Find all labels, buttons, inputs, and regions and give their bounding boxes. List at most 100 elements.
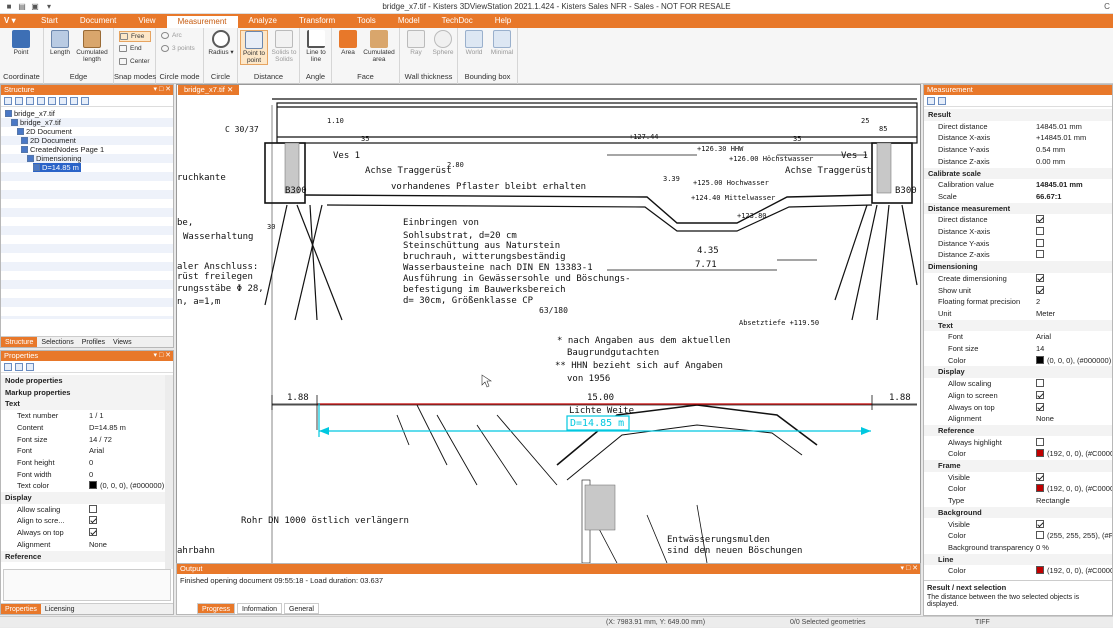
collapse-icon[interactable] <box>37 97 45 105</box>
tab-structure[interactable]: Structure <box>1 337 38 347</box>
hide-icon[interactable] <box>70 97 78 105</box>
point-to-point-button[interactable]: Point to point <box>240 30 268 65</box>
property-row[interactable]: Dimensioning <box>924 261 1112 273</box>
tree-item[interactable]: D=14.85 m <box>33 163 81 172</box>
length-button[interactable]: Length <box>48 30 72 56</box>
checkbox[interactable] <box>1036 238 1044 247</box>
radius-button[interactable]: Radius ▾ <box>208 30 234 56</box>
color-swatch[interactable] <box>1036 566 1044 575</box>
sort-icon[interactable] <box>927 97 935 105</box>
panel-controls-icon[interactable]: ▾ □ ✕ <box>154 351 172 361</box>
menu-tab-start[interactable]: Start <box>30 14 69 28</box>
menu-tab-model[interactable]: Model <box>387 14 431 28</box>
property-row[interactable]: Result <box>924 109 1112 121</box>
tab-general[interactable]: General <box>284 603 319 614</box>
point-button[interactable]: Point <box>7 30 35 56</box>
tab-profiles[interactable]: Profiles <box>78 337 109 347</box>
ray-button[interactable]: Ray <box>404 30 428 56</box>
viewport[interactable]: C 30/37 Ves 1 Achse Traggerüst vorhandenes … <box>176 84 921 564</box>
drawing-text[interactable]: D=14.85 m <box>570 418 624 429</box>
property-value[interactable] <box>1036 390 1044 402</box>
checkbox[interactable] <box>1036 285 1044 294</box>
menu-tab-document[interactable]: Document <box>69 14 127 28</box>
property-value[interactable] <box>1036 249 1044 261</box>
color-swatch[interactable] <box>1036 484 1044 493</box>
color-swatch[interactable] <box>1036 355 1044 364</box>
snap-center-button[interactable]: Center <box>119 57 153 66</box>
checkbox[interactable] <box>1036 472 1044 481</box>
property-row[interactable]: Display <box>1 492 165 504</box>
tab-selections[interactable]: Selections <box>37 337 77 347</box>
tree-item[interactable]: bridge_x7.tif <box>11 118 61 127</box>
app-menu-button[interactable]: V ▾ <box>4 15 26 27</box>
tree-item[interactable]: Dimensioning <box>27 154 81 163</box>
tab-licensing[interactable]: Licensing <box>41 604 79 614</box>
panel-controls-icon[interactable]: ▾ □ ✕ <box>901 564 919 574</box>
expand-icon[interactable] <box>26 97 34 105</box>
tab-progress[interactable]: Progress <box>197 603 236 614</box>
cumulated-length-button[interactable]: Cumulated length <box>74 30 110 63</box>
property-row[interactable]: Display <box>924 366 1112 378</box>
property-value[interactable] <box>1036 226 1044 238</box>
area-button[interactable]: Area <box>336 30 360 56</box>
menu-tab-view[interactable]: View <box>127 14 166 28</box>
menu-tab-tools[interactable]: Tools <box>346 14 387 28</box>
sphere-button[interactable]: Sphere <box>430 30 456 56</box>
property-row[interactable]: Node properties <box>1 375 165 387</box>
menu-tab-measurement[interactable]: Measurement <box>166 14 238 28</box>
collapse-all-icon[interactable] <box>15 97 23 105</box>
close-icon[interactable]: C <box>1102 2 1112 12</box>
checkbox[interactable] <box>1036 215 1044 224</box>
expand-all-icon[interactable] <box>4 97 12 105</box>
property-value[interactable] <box>1036 472 1044 484</box>
property-row[interactable]: Reference <box>1 550 165 562</box>
drawing-canvas[interactable]: C 30/37 Ves 1 Achse Traggerüst vorhandenes … <box>177 85 920 564</box>
property-value[interactable] <box>1036 273 1044 285</box>
property-row[interactable]: Text <box>1 398 165 410</box>
show-icon[interactable] <box>59 97 67 105</box>
checkbox[interactable] <box>89 528 97 537</box>
panel-controls-icon[interactable]: ▾ □ ✕ <box>154 85 172 95</box>
property-row[interactable]: Background <box>924 506 1112 519</box>
checkbox[interactable] <box>1036 402 1044 411</box>
category-icon[interactable] <box>938 97 946 105</box>
isolate-icon[interactable] <box>81 97 89 105</box>
color-swatch[interactable] <box>1036 449 1044 458</box>
tree-item[interactable]: bridge_x7.tif <box>5 109 55 118</box>
property-value[interactable] <box>89 504 97 516</box>
menu-tab-transform[interactable]: Transform <box>288 14 346 28</box>
property-row[interactable]: Calibrate scale <box>924 167 1112 179</box>
category-icon[interactable] <box>15 363 23 371</box>
property-value[interactable] <box>89 527 97 539</box>
pin-icon[interactable] <box>26 363 34 371</box>
checkbox[interactable] <box>1036 437 1044 446</box>
circle-arc-button[interactable]: Arc <box>161 31 187 40</box>
world-button[interactable]: World <box>461 30 487 56</box>
sort-icon[interactable] <box>4 363 12 371</box>
line-to-line-button[interactable]: Line to line <box>303 30 329 63</box>
menu-tab-techdoc[interactable]: TechDoc <box>431 14 484 28</box>
checkbox[interactable] <box>1036 273 1044 282</box>
property-value[interactable] <box>1036 378 1044 390</box>
circle-3points-button[interactable]: 3 points <box>161 44 201 53</box>
checkbox[interactable] <box>89 516 97 525</box>
properties-scrollbar[interactable] <box>165 375 173 569</box>
tab-properties[interactable]: Properties <box>1 604 41 614</box>
minimal-button[interactable]: Minimal <box>488 30 516 56</box>
tree-item[interactable]: 2D Document <box>21 136 76 145</box>
tab-views[interactable]: Views <box>109 337 136 347</box>
tab-information[interactable]: Information <box>237 603 283 614</box>
property-value[interactable] <box>1036 402 1044 414</box>
checkbox[interactable] <box>89 504 97 513</box>
checkbox[interactable] <box>1036 227 1044 235</box>
property-row[interactable]: Text <box>924 319 1112 332</box>
property-value[interactable] <box>1036 238 1044 250</box>
property-value[interactable] <box>89 515 97 527</box>
checkbox[interactable] <box>1036 519 1044 528</box>
property-row[interactable]: Markup properties <box>1 386 165 399</box>
color-swatch[interactable] <box>1036 531 1044 540</box>
cumulated-area-button[interactable]: Cumulated area <box>362 30 396 63</box>
property-row[interactable]: Reference <box>924 424 1112 437</box>
solids-to-solids-button[interactable]: Solids to Solids <box>270 30 298 63</box>
checkbox[interactable] <box>1036 390 1044 399</box>
